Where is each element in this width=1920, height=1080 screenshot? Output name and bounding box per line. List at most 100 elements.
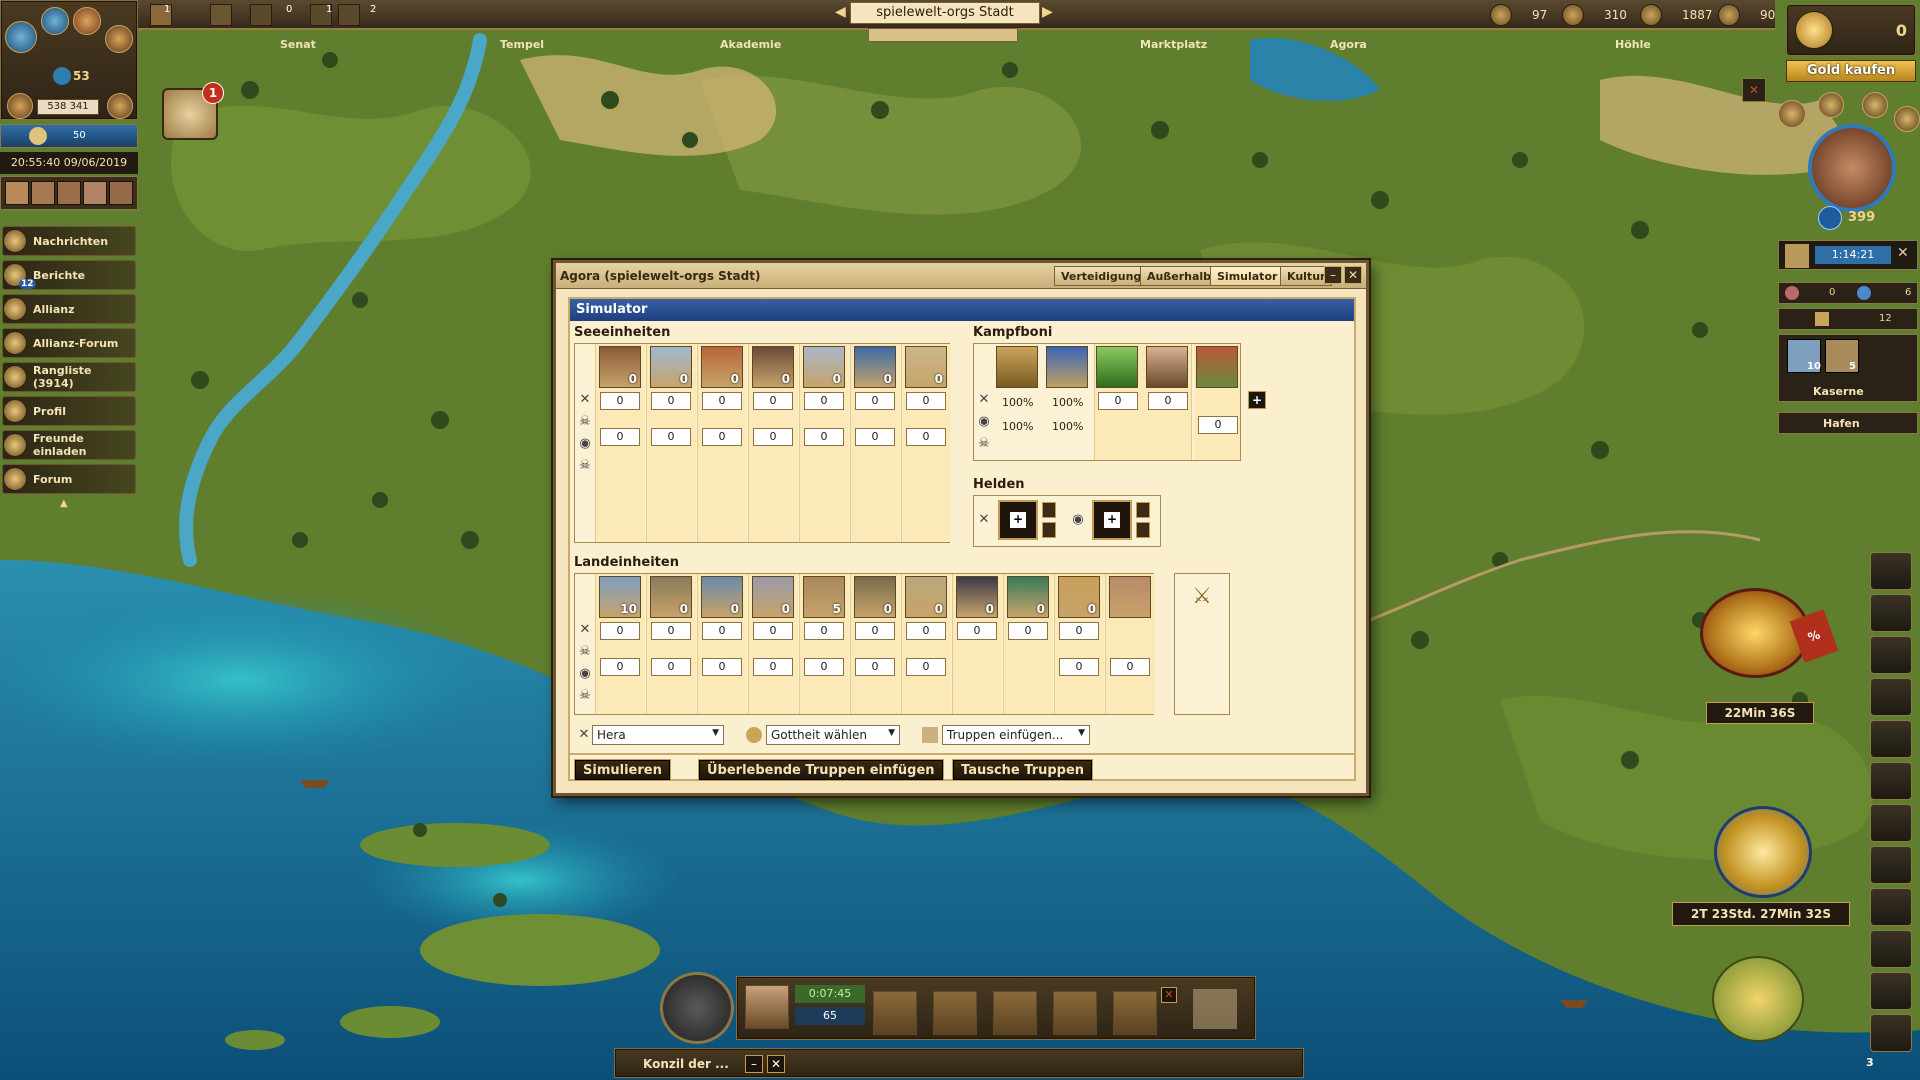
nav-akademie[interactable]: Akademie bbox=[720, 38, 781, 51]
advisor-icon[interactable] bbox=[31, 181, 55, 205]
temple-icon[interactable] bbox=[105, 25, 133, 53]
quest-button[interactable] bbox=[1870, 972, 1912, 1010]
queue-slot[interactable] bbox=[873, 991, 917, 1035]
cancel-build-icon[interactable]: ✕ bbox=[1161, 987, 1177, 1003]
attack-count-input[interactable]: 0 bbox=[702, 622, 742, 640]
menu-allianz[interactable]: Allianz bbox=[2, 294, 136, 324]
defense-count-input[interactable]: 0 bbox=[702, 428, 742, 446]
coords-input[interactable]: 538 341 bbox=[37, 99, 99, 115]
settings-icon[interactable] bbox=[1778, 100, 1806, 128]
temple-building-icon[interactable] bbox=[1193, 989, 1237, 1029]
menu-rangliste[interactable]: Rangliste (3914) bbox=[2, 362, 136, 392]
god-select-attack[interactable]: Hera ▼ bbox=[592, 725, 724, 745]
bonus-input[interactable]: 0 bbox=[1148, 392, 1188, 410]
crossed-swords-icon[interactable]: ⚔ bbox=[1189, 584, 1215, 610]
close-map-icon[interactable]: ✕ bbox=[1742, 78, 1766, 102]
minimize-icon[interactable]: – bbox=[1324, 266, 1342, 284]
attack-count-input[interactable]: 0 bbox=[906, 392, 946, 410]
unit-icon[interactable]: 0 bbox=[599, 346, 641, 388]
unit-icon[interactable]: 0 bbox=[1007, 576, 1049, 618]
quest-button[interactable] bbox=[1870, 720, 1912, 758]
attack-count-input[interactable]: 0 bbox=[804, 622, 844, 640]
advisor-icon[interactable] bbox=[109, 181, 133, 205]
quest-button[interactable] bbox=[1870, 930, 1912, 968]
attack-count-input[interactable]: 0 bbox=[651, 392, 691, 410]
close-icon[interactable]: ✕ bbox=[1344, 266, 1362, 284]
chat-title[interactable]: Konzil der ... bbox=[643, 1057, 729, 1071]
menu-freunde[interactable]: Freunde einladen bbox=[2, 430, 136, 460]
wiki-icon[interactable] bbox=[1862, 92, 1888, 118]
defense-count-input[interactable]: 0 bbox=[804, 658, 844, 676]
unit-icon[interactable]: 0 bbox=[905, 346, 947, 388]
resource-silver[interactable]: 1887 bbox=[1640, 4, 1713, 26]
nav-agora[interactable]: Agora bbox=[1330, 38, 1367, 51]
tab-verteidigung[interactable]: Verteidigung bbox=[1054, 266, 1149, 286]
hammer-icon[interactable] bbox=[660, 972, 734, 1044]
attack-count-input[interactable]: 0 bbox=[957, 622, 997, 640]
tab-simulator[interactable]: Simulator bbox=[1210, 266, 1285, 286]
menu-nachrichten[interactable]: Nachrichten bbox=[2, 226, 136, 256]
eye-icon[interactable] bbox=[210, 4, 232, 26]
unit-icon[interactable]: 0 bbox=[650, 576, 692, 618]
unit-icon[interactable]: 0 bbox=[701, 576, 743, 618]
unit-icon[interactable]: 0 bbox=[803, 346, 845, 388]
defense-count-input[interactable]: 0 bbox=[855, 428, 895, 446]
defense-count-input[interactable]: 0 bbox=[600, 428, 640, 446]
quest-button[interactable] bbox=[1870, 846, 1912, 884]
quest-button[interactable] bbox=[1870, 804, 1912, 842]
unit-icon[interactable]: 0 bbox=[1058, 576, 1100, 618]
bonus-input[interactable]: 0 bbox=[1098, 392, 1138, 410]
nav-marktplatz[interactable]: Marktplatz bbox=[1140, 38, 1207, 51]
unit-icon[interactable]: 0 bbox=[650, 346, 692, 388]
defense-count-input[interactable]: 0 bbox=[753, 658, 793, 676]
level-up-icon[interactable] bbox=[1136, 502, 1150, 518]
world-icon[interactable] bbox=[41, 7, 69, 35]
bonus-input[interactable]: 0 bbox=[1198, 416, 1238, 434]
gift-event-icon[interactable] bbox=[1714, 806, 1812, 898]
unit-icon[interactable]: 10 bbox=[599, 576, 641, 618]
attack-count-input[interactable]: 0 bbox=[600, 392, 640, 410]
unit-icon[interactable] bbox=[1109, 576, 1151, 618]
attack-count-input[interactable]: 0 bbox=[855, 392, 895, 410]
attack-count-input[interactable]: 0 bbox=[600, 622, 640, 640]
unit-icon[interactable]: 5 bbox=[803, 576, 845, 618]
add-hero-icon[interactable]: + bbox=[1104, 512, 1120, 528]
prev-city-icon[interactable]: ◀ bbox=[835, 4, 846, 20]
unit-icon[interactable]: 0 bbox=[701, 346, 743, 388]
defense-count-input[interactable]: 0 bbox=[702, 658, 742, 676]
level-down-icon[interactable] bbox=[1136, 522, 1150, 538]
attack-count-input[interactable]: 0 bbox=[702, 392, 742, 410]
defense-count-input[interactable]: 0 bbox=[855, 658, 895, 676]
sound-icon[interactable] bbox=[1818, 92, 1844, 118]
defense-count-input[interactable]: 0 bbox=[753, 428, 793, 446]
queue-slot[interactable] bbox=[1113, 991, 1157, 1035]
attack-count-input[interactable]: 0 bbox=[1008, 622, 1048, 640]
logout-icon[interactable] bbox=[1894, 106, 1920, 132]
queue-slot[interactable] bbox=[933, 991, 977, 1035]
level-down-icon[interactable] bbox=[1042, 522, 1056, 538]
collapse-icon[interactable]: ▲ bbox=[60, 498, 76, 510]
swords-icon[interactable] bbox=[250, 4, 272, 26]
attack-count-input[interactable]: 0 bbox=[906, 622, 946, 640]
quest-button[interactable] bbox=[1870, 888, 1912, 926]
god-select-defense[interactable]: Gottheit wählen ▼ bbox=[766, 725, 900, 745]
treasure-icon[interactable] bbox=[1712, 956, 1804, 1042]
menu-berichte[interactable]: Berichte 12 bbox=[2, 260, 136, 290]
unit-icon[interactable]: 0 bbox=[752, 346, 794, 388]
troops-insert-select[interactable]: Truppen einfügen... ▼ bbox=[942, 725, 1090, 745]
defense-count-input[interactable]: 0 bbox=[651, 658, 691, 676]
unit-icon[interactable]: 0 bbox=[854, 346, 896, 388]
hero-bonus-icon[interactable] bbox=[1146, 346, 1188, 388]
defense-count-input[interactable]: 0 bbox=[600, 658, 640, 676]
next-city-icon[interactable]: ▶ bbox=[1042, 4, 1053, 20]
attack-count-input[interactable]: 0 bbox=[855, 622, 895, 640]
advisor-icon[interactable] bbox=[83, 181, 107, 205]
defense-count-input[interactable]: 0 bbox=[906, 658, 946, 676]
resource-stone[interactable]: 310 bbox=[1562, 4, 1627, 26]
quest-button[interactable] bbox=[1870, 1014, 1912, 1052]
close-icon[interactable]: ✕ bbox=[767, 1055, 785, 1073]
compass-icon[interactable] bbox=[7, 93, 33, 119]
attack-count-input[interactable]: 0 bbox=[651, 622, 691, 640]
close-icon[interactable]: ✕ bbox=[1897, 245, 1909, 261]
hero-portrait[interactable] bbox=[1808, 124, 1896, 212]
